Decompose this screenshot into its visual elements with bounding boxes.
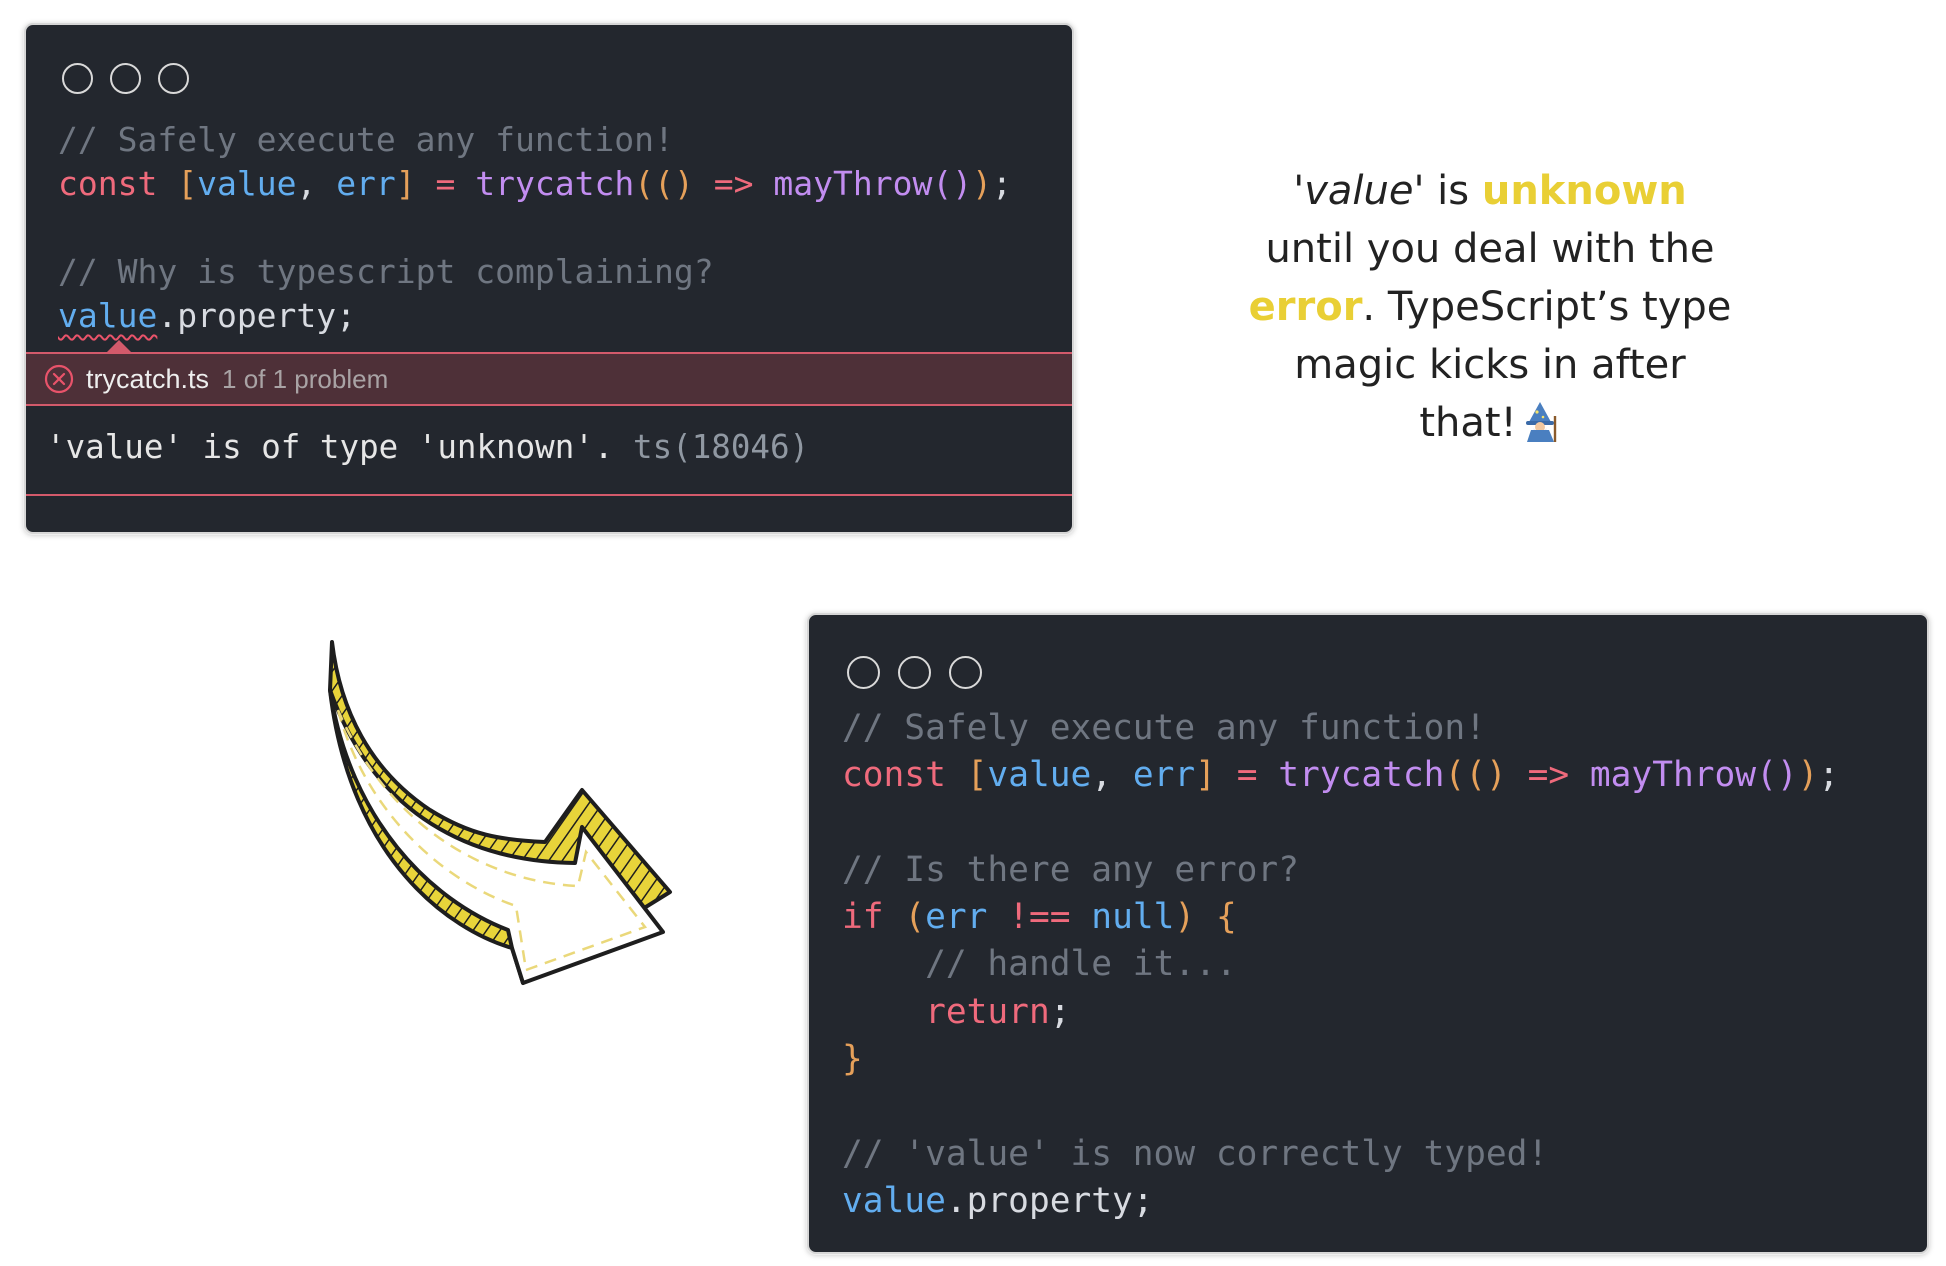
code-function: trycatch [1278, 755, 1445, 796]
code-variable: value [842, 1180, 946, 1221]
code-comment: // 'value' is now correctly typed! [842, 1133, 1549, 1174]
window-controls [62, 63, 189, 94]
code-bracket: ) [972, 164, 992, 203]
window-controls [847, 656, 982, 689]
caption-highlight: error [1248, 284, 1363, 330]
code-operator: !== [1008, 897, 1071, 938]
problem-message: 'value' is of type 'unknown'. ts(18046) [46, 428, 809, 466]
code-window-error: // Safely execute any function! const [v… [24, 23, 1074, 534]
error-squiggle-token[interactable]: value [58, 296, 157, 335]
window-dot-icon[interactable] [62, 63, 93, 94]
code-variable: err [925, 897, 988, 938]
caption-text: is [1437, 168, 1470, 214]
code-punct: ; [991, 164, 1012, 203]
code-function: trycatch [475, 164, 635, 203]
code-punct: , [1091, 755, 1113, 796]
code-bracket: } [842, 1039, 863, 1080]
problem-code: ts(18046) [633, 428, 810, 466]
code-operator: => [1527, 755, 1570, 796]
code-bracket: ] [1195, 755, 1216, 796]
code-operator: = [435, 164, 456, 203]
code-punct: ; [1818, 755, 1840, 796]
problem-file-name[interactable]: trycatch.ts [86, 364, 209, 395]
caption-text: that! [1419, 400, 1517, 446]
code-punct: ; [1049, 991, 1071, 1032]
code-keyword: if [842, 897, 884, 938]
code-punct: , [296, 164, 317, 203]
code-bracket: (( [634, 164, 674, 203]
window-dot-icon[interactable] [949, 656, 982, 689]
code-window-fixed: // Safely execute any function! const [v… [807, 613, 1929, 1254]
problem-text: 'value' is of type 'unknown'. [46, 428, 614, 466]
code-text: .property; [157, 296, 357, 335]
wizard-icon [1525, 402, 1556, 442]
code-keyword: return [925, 991, 1050, 1032]
code-bracket: ) [674, 164, 694, 203]
problem-header: trycatch.ts 1 of 1 problem [26, 352, 1072, 406]
code-bracket: ) [1174, 897, 1196, 938]
code-operator: = [1236, 755, 1258, 796]
code-variable: err [1132, 755, 1196, 796]
window-dot-icon[interactable] [158, 63, 189, 94]
code-bracket: ) [1797, 755, 1819, 796]
code-block: // Safely execute any function! const [v… [58, 118, 1012, 338]
code-bracket: () [932, 164, 973, 203]
error-circle-x-icon [44, 364, 74, 394]
window-dot-icon[interactable] [847, 656, 880, 689]
window-dot-icon[interactable] [898, 656, 931, 689]
code-block: // Safely execute any function! const [v… [842, 705, 1839, 1225]
code-bracket: { [1215, 897, 1237, 938]
code-text: .property; [945, 1180, 1154, 1221]
caption-text: magic kicks in after [1294, 342, 1686, 388]
code-bracket: () [1756, 755, 1798, 796]
caption-quoted-value: 'value' [1293, 168, 1425, 214]
code-keyword: const [58, 164, 158, 203]
code-variable: value [197, 164, 297, 203]
caption-text: . TypeScript’s type [1362, 284, 1732, 330]
caption-highlight: unknown [1481, 168, 1687, 214]
problem-count: 1 of 1 problem [222, 363, 389, 394]
code-function: mayThrow [773, 164, 933, 203]
code-function: mayThrow [1589, 755, 1757, 796]
code-keyword: const [842, 755, 946, 796]
code-bracket: ) [1486, 755, 1507, 796]
caption-text: until you deal with the [1265, 226, 1715, 272]
problem-divider [26, 494, 1072, 496]
window-dot-icon[interactable] [110, 63, 141, 94]
code-operator: => [713, 164, 754, 203]
explanation-text: 'value' is unknown until you deal with t… [1195, 162, 1785, 452]
code-comment: // Safely execute any function! [58, 120, 674, 159]
code-variable: value [987, 755, 1092, 796]
code-literal: null [1091, 897, 1175, 938]
code-comment: // Is there any error? [842, 849, 1299, 890]
code-bracket: ] [395, 164, 416, 203]
code-comment: // Safely execute any function! [842, 708, 1486, 748]
code-bracket: [ [177, 164, 198, 203]
code-comment: // handle it... [925, 944, 1237, 985]
code-bracket: ( [904, 897, 926, 938]
code-bracket: (( [1444, 755, 1486, 796]
curved-arrow-icon [328, 640, 672, 985]
code-variable: err [336, 164, 396, 203]
code-comment: // Why is typescript complaining? [58, 252, 714, 291]
code-bracket: [ [966, 755, 988, 796]
